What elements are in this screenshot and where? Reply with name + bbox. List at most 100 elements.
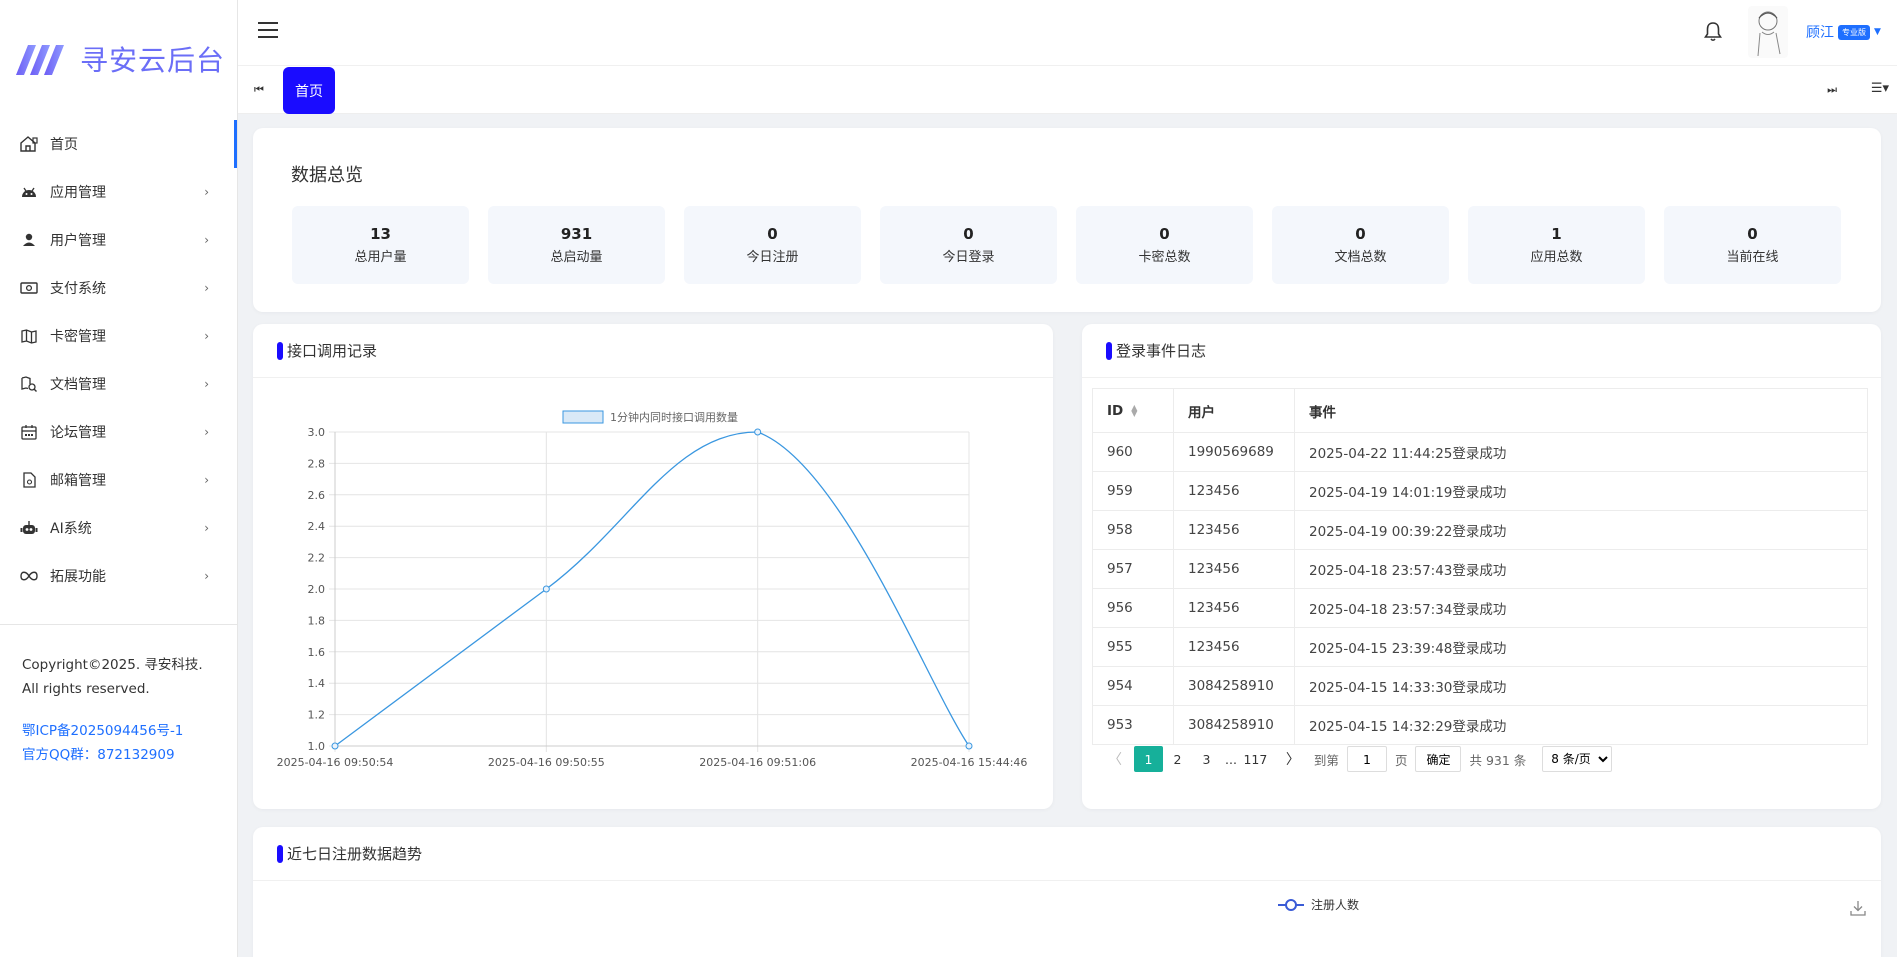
tabs-bar: ⏮ 首页 ⏭ ☰▾ — [238, 66, 1897, 114]
x-tick-label: 2025-04-16 09:51:06 — [699, 756, 816, 769]
avatar[interactable] — [1748, 6, 1788, 58]
chevron-right-icon: › — [204, 377, 209, 391]
cell-event: 2025-04-18 23:57:43登录成功 — [1294, 549, 1868, 589]
cell-event: 2025-04-15 23:39:48登录成功 — [1294, 627, 1868, 667]
sidebar-item-ai[interactable]: AI系统 › — [0, 504, 237, 552]
page-ellipsis: ... — [1225, 751, 1237, 767]
goto-page-input[interactable] — [1346, 746, 1387, 772]
title-accent-bar — [1106, 341, 1112, 360]
bell-icon[interactable] — [1703, 21, 1723, 43]
icp-link[interactable]: 鄂ICP备2025094456号-1 — [22, 719, 215, 743]
cell-id: 954 — [1092, 666, 1174, 706]
tab-options-icon[interactable]: ☰▾ — [1871, 81, 1889, 96]
y-tick-label: 1.4 — [308, 677, 326, 690]
next-page-icon[interactable]: 〉 — [1280, 749, 1306, 769]
sidebar-item-label: 卡密管理 — [50, 329, 106, 345]
stat-docs: 0 文档总数 — [1272, 206, 1449, 284]
sidebar-item-users[interactable]: 用户管理 › — [0, 216, 237, 264]
table-row: 957 123456 2025-04-18 23:57:43登录成功 — [1092, 549, 1868, 589]
tab-home[interactable]: 首页 — [283, 67, 335, 114]
prev-page-icon[interactable]: 〈 — [1102, 749, 1128, 769]
cell-user: 123456 — [1173, 471, 1295, 511]
user-icon — [20, 231, 38, 249]
page-last[interactable]: 117 — [1241, 746, 1270, 772]
sidebar-menu: 首页 应用管理 › 用户管理 › 支付系统 › 卡密管理 › 文档管理 › 论坛… — [0, 118, 237, 600]
stat-card-keys: 0 卡密总数 — [1076, 206, 1253, 284]
table-row: 959 123456 2025-04-19 14:01:19登录成功 — [1092, 471, 1868, 511]
sidebar-item-home[interactable]: 首页 — [0, 120, 237, 168]
stat-total-launches: 931 总启动量 — [488, 206, 665, 284]
y-tick-label: 1.6 — [308, 646, 326, 659]
y-tick-label: 2.0 — [308, 583, 326, 596]
sidebar-item-label: 用户管理 — [50, 233, 106, 249]
page-1[interactable]: 1 — [1134, 746, 1163, 772]
card-header: 登录事件日志 — [1082, 324, 1881, 378]
data-point — [331, 742, 339, 750]
table-row: 956 123456 2025-04-18 23:57:34登录成功 — [1092, 588, 1868, 628]
chevron-right-icon: › — [204, 473, 209, 487]
user-name: 顾江 — [1806, 25, 1834, 41]
table-row: 958 123456 2025-04-19 00:39:22登录成功 — [1092, 510, 1868, 550]
cell-user: 1990569689 — [1173, 432, 1295, 472]
chevron-right-icon: › — [204, 425, 209, 439]
sidebar-item-label: 支付系统 — [50, 281, 106, 297]
stat-today-login: 0 今日登录 — [880, 206, 1057, 284]
download-icon[interactable] — [1849, 899, 1867, 917]
cell-event: 2025-04-18 23:57:34登录成功 — [1294, 588, 1868, 628]
login-card-title: 登录事件日志 — [1116, 342, 1207, 360]
stat-label: 文档总数 — [1334, 250, 1387, 265]
sidebar-item-docs[interactable]: 文档管理 › — [0, 360, 237, 408]
file-icon — [20, 471, 38, 489]
sidebar-item-apps[interactable]: 应用管理 › — [0, 168, 237, 216]
cell-user: 123456 — [1173, 510, 1295, 550]
chevron-right-icon: › — [204, 185, 209, 199]
cell-id: 955 — [1092, 627, 1174, 667]
cell-id: 958 — [1092, 510, 1174, 550]
goto-label: 到第 — [1313, 752, 1339, 768]
sidebar-item-label: AI系统 — [50, 521, 92, 537]
legend-marker — [1285, 899, 1297, 911]
tab-next-icon[interactable]: ⏭ — [1827, 83, 1837, 97]
sidebar-item-label: 应用管理 — [50, 185, 106, 201]
user-badge: 专业版 — [1838, 24, 1870, 40]
qq-group-link[interactable]: 官方QQ群：872132909 — [22, 743, 215, 767]
column-header-id[interactable]: ID ▲ ▼ — [1092, 388, 1174, 433]
stat-apps: 1 应用总数 — [1468, 206, 1645, 284]
page-3[interactable]: 3 — [1192, 746, 1221, 772]
page-size-select[interactable]: 8 条/页 — [1542, 746, 1613, 772]
map-icon — [20, 327, 38, 345]
table-row: 960 1990569689 2025-04-22 11:44:25登录成功 — [1092, 432, 1868, 472]
menu-toggle-icon[interactable] — [258, 22, 278, 40]
calendar-icon — [20, 423, 38, 441]
stat-label: 今日登录 — [942, 250, 995, 265]
logo[interactable]: 寻安云后台 — [0, 0, 237, 118]
register-trend-card: 近七日注册数据趋势 注册人数1 — [253, 827, 1881, 957]
goto-confirm-button[interactable]: 确定 — [1415, 746, 1462, 772]
y-tick-label: 1.2 — [308, 709, 326, 722]
sort-icon[interactable]: ▲ ▼ — [1131, 403, 1137, 417]
sidebar-item-label: 文档管理 — [50, 377, 106, 393]
cell-user: 123456 — [1173, 588, 1295, 628]
legend-label: 1分钟内同时接口调用数量 — [610, 410, 738, 424]
doc-search-icon — [20, 375, 38, 393]
sidebar-item-payment[interactable]: 支付系统 › — [0, 264, 237, 312]
cell-event: 2025-04-19 00:39:22登录成功 — [1294, 510, 1868, 550]
stat-value: 0 — [963, 225, 974, 243]
sidebar-item-mail[interactable]: 邮箱管理 › — [0, 456, 237, 504]
tab-prev-icon[interactable]: ⏮ — [254, 83, 264, 97]
sidebar-item-label: 邮箱管理 — [50, 473, 106, 489]
user-menu[interactable]: 顾江 专业版 ▼ — [1806, 22, 1881, 42]
sidebar-item-cards[interactable]: 卡密管理 › — [0, 312, 237, 360]
robot-icon — [20, 519, 38, 537]
cell-user: 3084258910 — [1173, 705, 1295, 745]
page-2[interactable]: 2 — [1163, 746, 1192, 772]
sidebar-item-extensions[interactable]: 拓展功能 › — [0, 552, 237, 600]
sidebar-item-forum[interactable]: 论坛管理 › — [0, 408, 237, 456]
x-tick-label: 2025-04-16 09:50:55 — [488, 756, 605, 769]
infinity-icon — [20, 567, 38, 585]
android-icon — [20, 183, 38, 201]
stat-value: 931 — [560, 225, 593, 243]
stats-row: 13 总用户量 931 总启动量 0 今日注册 0 今日登录 0 卡密总数 0 文档总数 1… — [292, 206, 1841, 284]
stat-today-register: 0 今日注册 — [684, 206, 861, 284]
cell-id: 957 — [1092, 549, 1174, 589]
